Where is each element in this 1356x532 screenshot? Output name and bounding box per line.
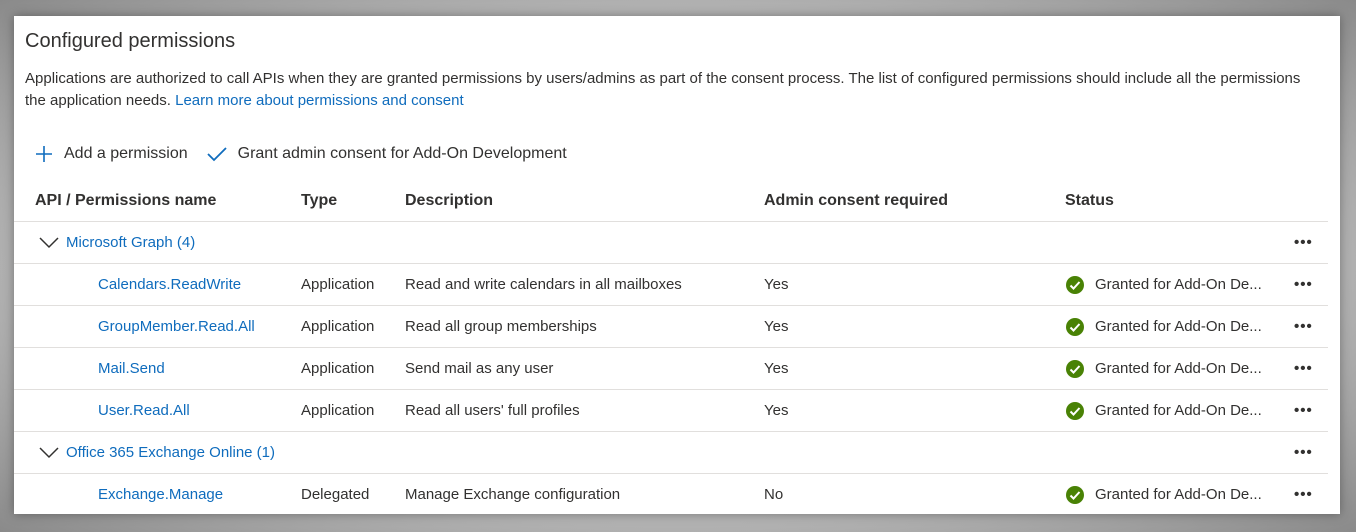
- check-circle-icon: [1066, 359, 1084, 378]
- chevron-down-icon: [39, 236, 59, 248]
- checkmark-icon: [206, 147, 227, 162]
- column-header-admin-consent[interactable]: Admin consent required: [764, 180, 948, 221]
- grant-admin-consent-button[interactable]: Grant admin consent for Add-On Developme…: [206, 145, 567, 163]
- group-name: Office 365 Exchange Online (1): [66, 444, 276, 461]
- column-header-status[interactable]: Status: [1065, 180, 1114, 221]
- permission-description: Read and write calendars in all mailboxe…: [405, 276, 682, 293]
- status-text: Granted for Add-On De...: [1095, 402, 1262, 419]
- permission-description: Read all users' full profiles: [405, 402, 580, 419]
- status-cell: Granted for Add-On De...: [1065, 474, 1267, 514]
- plus-icon: [36, 146, 52, 162]
- group-row-office-365-exchange-online[interactable]: Office 365 Exchange Online (1) •••: [14, 432, 1328, 474]
- toolbar: Add a permission Grant admin consent for…: [34, 139, 585, 169]
- permissions-description: Applications are authorized to call APIs…: [25, 68, 1325, 112]
- status-text: Granted for Add-On De...: [1095, 276, 1262, 293]
- permission-description: Manage Exchange configuration: [405, 486, 621, 503]
- admin-consent-value: Yes: [764, 276, 789, 293]
- table-row: Mail.Send Application Send mail as any u…: [14, 348, 1328, 390]
- permission-description: Read all group memberships: [405, 318, 597, 335]
- admin-consent-value: Yes: [764, 360, 789, 377]
- group-toggle[interactable]: Office 365 Exchange Online (1): [38, 432, 275, 473]
- permission-type: Application: [301, 318, 375, 335]
- group-toggle[interactable]: Microsoft Graph (4): [38, 222, 195, 263]
- check-circle-icon: [1066, 317, 1084, 336]
- admin-consent-value: Yes: [764, 402, 789, 419]
- column-header-description[interactable]: Description: [405, 180, 493, 221]
- status-text: Granted for Add-On De...: [1095, 360, 1262, 377]
- group-row-microsoft-graph[interactable]: Microsoft Graph (4) •••: [14, 222, 1328, 264]
- permission-description: Send mail as any user: [405, 360, 554, 377]
- more-icon[interactable]: •••: [1294, 390, 1313, 431]
- permission-type: Application: [301, 360, 375, 377]
- learn-more-link[interactable]: Learn more about permissions and consent: [175, 92, 464, 109]
- column-header-type[interactable]: Type: [301, 180, 337, 221]
- more-icon[interactable]: •••: [1294, 264, 1313, 305]
- more-icon[interactable]: •••: [1294, 474, 1313, 514]
- table-header-row: API / Permissions name Type Description …: [14, 180, 1328, 222]
- group-name: Microsoft Graph (4): [66, 234, 196, 251]
- column-header-name[interactable]: API / Permissions name: [35, 180, 216, 221]
- permission-type: Delegated: [301, 486, 370, 503]
- permission-name-link[interactable]: Exchange.Manage: [98, 474, 223, 514]
- more-icon[interactable]: •••: [1294, 222, 1313, 263]
- status-text: Granted for Add-On De...: [1095, 318, 1262, 335]
- add-permission-button[interactable]: Add a permission: [34, 144, 188, 164]
- status-text: Granted for Add-On De...: [1095, 486, 1262, 503]
- table-row: GroupMember.Read.All Application Read al…: [14, 306, 1328, 348]
- add-permission-label: Add a permission: [64, 145, 188, 162]
- status-cell: Granted for Add-On De...: [1065, 264, 1267, 305]
- more-icon[interactable]: •••: [1294, 306, 1313, 347]
- status-cell: Granted for Add-On De...: [1065, 348, 1267, 389]
- page-title: Configured permissions: [25, 30, 236, 52]
- permissions-table: API / Permissions name Type Description …: [14, 180, 1328, 514]
- table-row: Exchange.Manage Delegated Manage Exchang…: [14, 474, 1328, 514]
- admin-consent-value: Yes: [764, 318, 789, 335]
- status-cell: Granted for Add-On De...: [1065, 306, 1267, 347]
- permission-name-link[interactable]: GroupMember.Read.All: [98, 306, 255, 347]
- table-row: Calendars.ReadWrite Application Read and…: [14, 264, 1328, 306]
- permission-name-link[interactable]: User.Read.All: [98, 390, 190, 431]
- admin-consent-value: No: [764, 486, 784, 503]
- permission-name-link[interactable]: Calendars.ReadWrite: [98, 264, 241, 305]
- table-row: User.Read.All Application Read all users…: [14, 390, 1328, 432]
- check-circle-icon: [1066, 485, 1084, 504]
- configured-permissions-panel: Configured permissions Applications are …: [14, 16, 1340, 514]
- chevron-down-icon: [39, 446, 59, 458]
- more-icon[interactable]: •••: [1294, 432, 1313, 473]
- permission-type: Application: [301, 276, 375, 293]
- grant-admin-consent-label: Grant admin consent for Add-On Developme…: [237, 145, 567, 162]
- check-circle-icon: [1066, 401, 1084, 420]
- more-icon[interactable]: •••: [1294, 348, 1313, 389]
- permission-name-link[interactable]: Mail.Send: [98, 348, 165, 389]
- check-circle-icon: [1066, 275, 1084, 294]
- status-cell: Granted for Add-On De...: [1065, 390, 1267, 431]
- permission-type: Application: [301, 402, 375, 419]
